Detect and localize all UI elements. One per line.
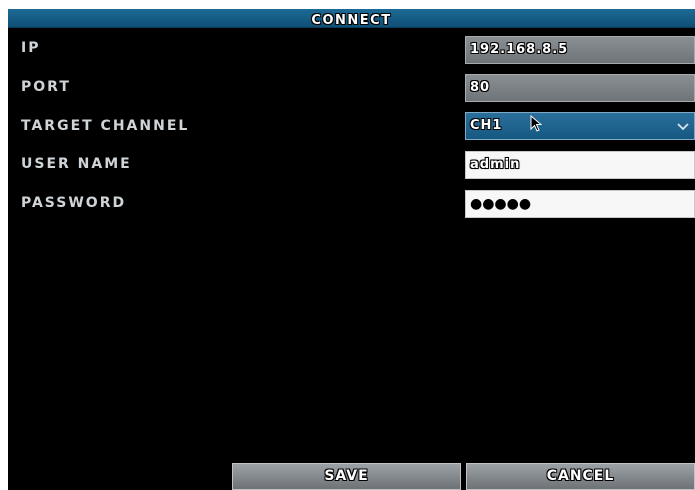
ip-value: 192.168.8.5 bbox=[470, 42, 569, 57]
ip-field[interactable]: 192.168.8.5 bbox=[465, 36, 695, 64]
port-field[interactable]: 80 bbox=[465, 74, 695, 102]
dialog-title: CONNECT bbox=[311, 13, 392, 28]
password-label: PASSWORD bbox=[21, 195, 127, 211]
cancel-button[interactable]: CANCEL bbox=[466, 463, 695, 490]
cancel-button-label: CANCEL bbox=[546, 468, 615, 484]
ip-label: IP bbox=[21, 40, 41, 56]
user-name-value: admin bbox=[470, 157, 521, 172]
user-name-label: USER NAME bbox=[21, 156, 132, 172]
password-value: ●●●●● bbox=[470, 196, 532, 212]
target-channel-value: CH1 bbox=[470, 118, 503, 133]
title-bar: CONNECT bbox=[8, 9, 695, 28]
user-name-field[interactable]: admin bbox=[465, 151, 695, 179]
target-channel-select[interactable]: CH1 bbox=[465, 112, 695, 140]
chevron-down-icon bbox=[677, 123, 689, 131]
save-button-label: SAVE bbox=[324, 468, 369, 484]
mouse-pointer-icon bbox=[530, 115, 542, 132]
target-channel-label: TARGET CHANNEL bbox=[21, 118, 190, 134]
password-field[interactable]: ●●●●● bbox=[465, 190, 695, 218]
port-value: 80 bbox=[470, 80, 491, 95]
connect-dialog: CONNECT IP 192.168.8.5 PORT 80 TARGET CH… bbox=[8, 9, 695, 490]
save-button[interactable]: SAVE bbox=[232, 463, 461, 490]
port-label: PORT bbox=[21, 79, 71, 95]
